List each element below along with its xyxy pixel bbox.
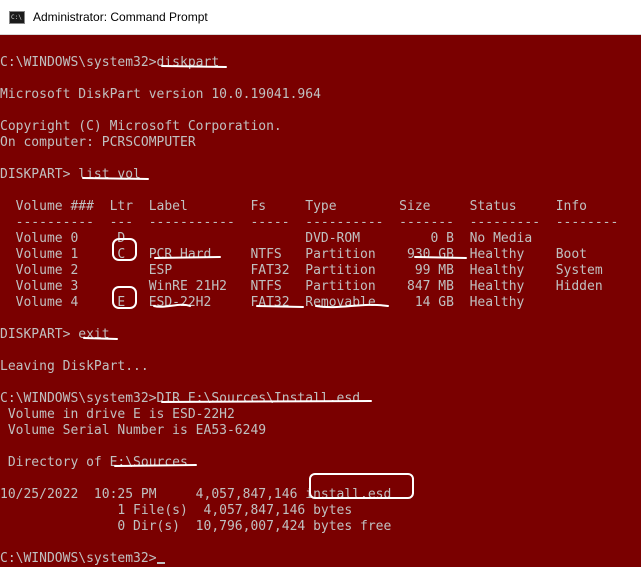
console-line-text: C:\WINDOWS\system32>DIR E:\Sources\Insta… (0, 391, 361, 406)
console-line: DISKPART> exit (0, 327, 641, 343)
console-line: 10/25/2022 10:25 PM 4,057,847,146 instal… (0, 487, 641, 503)
console-line: Volume 1 C PCR Hard NTFS Partition 930 G… (0, 247, 641, 263)
console-line-text: C:\WINDOWS\system32>diskpart (0, 55, 220, 70)
console-line-text: ---------- --- ----------- ----- -------… (0, 215, 619, 230)
console-line: DISKPART> list vol (0, 167, 641, 183)
console-line-text: 0 Dir(s) 10,796,007,424 bytes free (0, 519, 392, 534)
console-line: Microsoft DiskPart version 10.0.19041.96… (0, 87, 641, 103)
console-output[interactable]: C:\WINDOWS\system32>diskpart Microsoft Di… (0, 39, 641, 567)
console-line-text: Volume Serial Number is EA53-6249 (0, 423, 267, 438)
console-line: On computer: PCRSCOMPUTER (0, 135, 641, 151)
console-line: C:\WINDOWS\system32> (0, 551, 641, 567)
console-line-text: Volume 2 ESP FAT32 Partition 99 MB Healt… (0, 263, 603, 278)
console-line: Volume in drive E is ESD-22H2 (0, 407, 641, 423)
console-line: Volume Serial Number is EA53-6249 (0, 423, 641, 439)
console-line-text: DISKPART> exit (0, 327, 110, 342)
console-line: Leaving DiskPart... (0, 359, 641, 375)
console-line-text: Microsoft DiskPart version 10.0.19041.96… (0, 87, 321, 102)
console-line: Volume 0 D DVD-ROM 0 B No Media (0, 231, 641, 247)
console-line-text: Volume ### Ltr Label Fs Type Size Status… (0, 199, 587, 214)
console-line-text: Directory of E:\Sources (0, 455, 188, 470)
console-line-text: 10/25/2022 10:25 PM 4,057,847,146 instal… (0, 487, 392, 502)
cmd-icon: C:\ (9, 10, 25, 24)
console-line-text: DISKPART> list vol (0, 167, 141, 182)
console-line: 1 File(s) 4,057,847,146 bytes (0, 503, 641, 519)
console-line: C:\WINDOWS\system32>diskpart (0, 55, 641, 71)
console-line-text: Volume 1 C PCR Hard NTFS Partition 930 G… (0, 247, 587, 262)
console-line: Volume 2 ESP FAT32 Partition 99 MB Healt… (0, 263, 641, 279)
console-line: Copyright (C) Microsoft Corporation. (0, 119, 641, 135)
command-prompt-window: C:\ Administrator: Command Prompt C:\WIN… (0, 0, 641, 567)
console-line: C:\WINDOWS\system32>DIR E:\Sources\Insta… (0, 391, 641, 407)
console-line: 0 Dir(s) 10,796,007,424 bytes free (0, 519, 641, 535)
console-line: Directory of E:\Sources (0, 455, 641, 471)
window-title: Administrator: Command Prompt (33, 10, 208, 24)
console-line: Volume ### Ltr Label Fs Type Size Status… (0, 199, 641, 215)
console-line-text: Volume 4 E ESD-22H2 FAT32 Removable 14 G… (0, 295, 525, 310)
console-line-text: Leaving DiskPart... (0, 359, 149, 374)
console-line-text: Volume 0 D DVD-ROM 0 B No Media (0, 231, 533, 246)
console-line-text: Volume 3 WinRE 21H2 NTFS Partition 847 M… (0, 279, 603, 294)
console-line: ---------- --- ----------- ----- -------… (0, 215, 641, 231)
console-line-text: On computer: PCRSCOMPUTER (0, 135, 196, 150)
console-line-text: 1 File(s) 4,057,847,146 bytes (0, 503, 353, 518)
title-bar[interactable]: C:\ Administrator: Command Prompt (0, 0, 641, 35)
console-line: Volume 4 E ESD-22H2 FAT32 Removable 14 G… (0, 295, 641, 311)
console-line-text: Volume in drive E is ESD-22H2 (0, 407, 235, 422)
console-line-text: Copyright (C) Microsoft Corporation. (0, 119, 282, 134)
console-line: Volume 3 WinRE 21H2 NTFS Partition 847 M… (0, 279, 641, 295)
